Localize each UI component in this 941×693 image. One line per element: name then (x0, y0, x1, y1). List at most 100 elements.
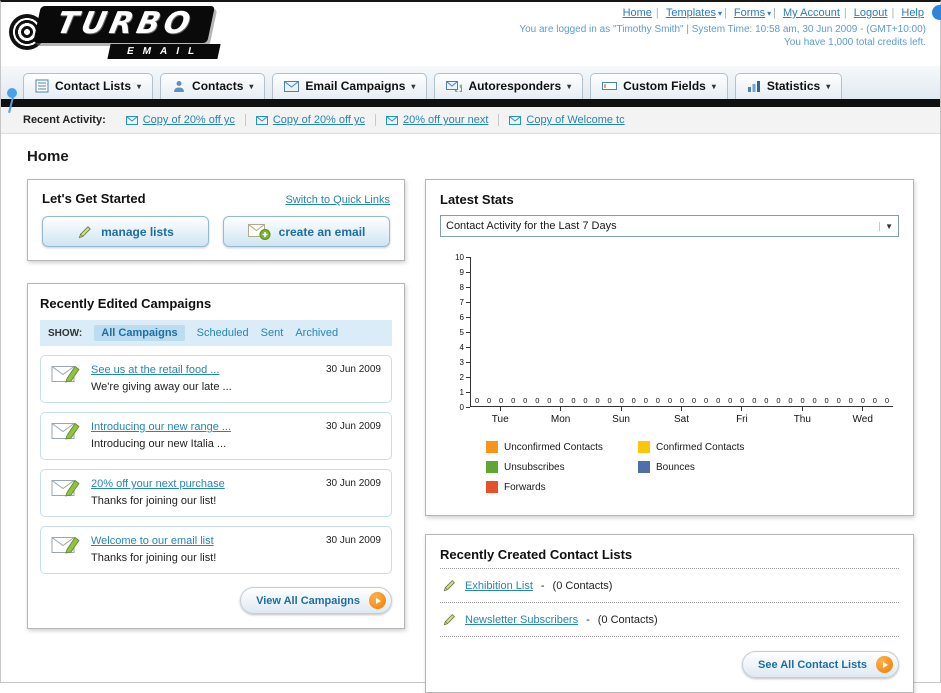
utility-nav: Home | Templates ▾ | Forms ▾ | My Account | Lo… (622, 7, 924, 19)
envelope-icon (509, 115, 522, 125)
campaign-row[interactable]: See us at the retail food ... We're givi… (40, 355, 392, 403)
tab-autoresponders[interactable]: Autoresponders ▾ (434, 73, 584, 99)
create-email-button[interactable]: create an email (223, 216, 390, 247)
filter-sent[interactable]: Sent (261, 327, 284, 339)
tab-email-campaigns[interactable]: Email Campaigns ▾ (272, 73, 428, 99)
logo-text-email: EMAIL (107, 44, 221, 59)
create-email-label: create an email (278, 224, 366, 239)
contact-list-icon (35, 79, 49, 93)
bar-value-label: 0 (776, 396, 781, 405)
recent-activity-link[interactable]: 20% off your next (403, 114, 488, 126)
campaign-title-link[interactable]: Introducing our new range ... (91, 419, 231, 436)
bar-value-label: 0 (691, 396, 697, 405)
bar-value-label: 0 (474, 396, 480, 405)
recent-activity-item[interactable]: Copy of 20% off yc (246, 114, 376, 126)
contact-activity-chart: 10 9 8 7 6 5 4 3 2 1 0 000000000000000000000000000… (440, 253, 899, 501)
campaign-title-link[interactable]: Welcome to our email list (91, 533, 216, 550)
stats-period-select[interactable]: Contact Activity for the Last 7 Days ▼ (440, 215, 899, 237)
nav-divider-bar (1, 99, 940, 107)
get-started-panel: Let's Get Started Switch to Quick Links … (27, 179, 405, 261)
x-axis-label: Tue (470, 407, 530, 425)
pencil-icon (442, 578, 457, 593)
contact-list-row[interactable]: Newsletter Subscribers - (0 Contacts) (440, 603, 899, 637)
campaign-subtitle: Thanks for joining our list! (91, 494, 217, 507)
legend-swatch (638, 441, 650, 453)
contact-list-link[interactable]: Exhibition List (465, 580, 533, 592)
view-all-campaigns-button[interactable]: View All Campaigns (240, 587, 392, 614)
bar-value-label: 0 (848, 396, 853, 405)
envelope-icon (125, 115, 138, 125)
recent-activity-link[interactable]: Copy of 20% off yc (273, 114, 365, 126)
chevron-down-icon: ▼ (879, 221, 893, 231)
nav-link-templates[interactable]: Templates (666, 7, 716, 19)
bar-value-label: 0 (812, 396, 817, 405)
tab-contacts[interactable]: Contacts ▾ (160, 73, 266, 99)
stats-period-value: Contact Activity for the Last 7 Days (446, 220, 617, 232)
filter-all-campaigns[interactable]: All Campaigns (94, 325, 185, 341)
x-axis-label: Thu (772, 407, 832, 425)
recent-activity-item[interactable]: Copy of 20% off yc (116, 114, 246, 126)
bar-value-label: 0 (788, 396, 793, 405)
nav-link-home[interactable]: Home (623, 7, 652, 19)
tab-label: Statistics (766, 79, 821, 93)
nav-link-forms[interactable]: Forms (734, 7, 765, 19)
contact-list-link[interactable]: Newsletter Subscribers (465, 614, 578, 626)
pencil-icon (442, 612, 457, 627)
contact-list-row[interactable]: Exhibition List - (0 Contacts) (440, 569, 899, 603)
filter-scheduled[interactable]: Scheduled (197, 327, 249, 339)
recent-activity-link[interactable]: Copy of Welcome tc (526, 114, 624, 126)
recent-activity-item[interactable]: Copy of Welcome tc (499, 114, 634, 126)
latest-stats-panel: Latest Stats Contact Activity for the La… (425, 179, 914, 516)
manage-lists-button[interactable]: manage lists (42, 216, 209, 247)
bar-value-label: 0 (679, 396, 685, 405)
campaign-row[interactable]: 20% off your next purchase Thanks for jo… (40, 469, 392, 517)
bar-value-label: 0 (511, 396, 516, 405)
bar-value-label: 0 (643, 396, 648, 405)
x-axis-label: Sun (591, 407, 651, 425)
autoresponder-icon (446, 80, 463, 92)
campaign-date: 30 Jun 2009 (325, 535, 381, 546)
legend-label: Unsubscribes (504, 461, 565, 473)
chart-bar-group: 00000 (712, 257, 772, 406)
campaign-title-link[interactable]: 20% off your next purchase (91, 476, 225, 493)
nav-link-logout[interactable]: Logout (854, 7, 888, 19)
campaign-title-link[interactable]: See us at the retail food ... (91, 362, 232, 379)
logo-text-turbo: TURBO (53, 6, 198, 41)
recent-activity-item[interactable]: 20% off your next (376, 114, 500, 126)
nav-link-my-account[interactable]: My Account (783, 7, 840, 19)
legend-item: Forwards (486, 481, 638, 493)
bar-value-label: 0 (619, 396, 624, 405)
switch-quick-links-link[interactable]: Switch to Quick Links (285, 194, 390, 206)
credits-info: You have 1,000 total credits left. (784, 37, 926, 48)
filter-archived[interactable]: Archived (295, 327, 338, 339)
x-axis-label: Wed (833, 407, 893, 425)
bar-value-label: 0 (547, 396, 552, 405)
chevron-down-icon: ▾ (567, 81, 572, 91)
contact-list-count: (0 Contacts) (552, 579, 613, 592)
chart-bar-group: 00000 (772, 257, 832, 406)
bar-value-label: 0 (486, 396, 492, 405)
envelope-pencil-icon (51, 362, 81, 385)
recent-activity-link[interactable]: Copy of 20% off yc (143, 114, 235, 126)
tab-statistics[interactable]: Statistics ▾ (734, 73, 843, 99)
bar-value-label: 0 (631, 396, 636, 405)
nav-link-help[interactable]: Help (901, 7, 924, 19)
legend-swatch (638, 461, 650, 473)
campaign-row[interactable]: Welcome to our email list Thanks for joi… (40, 526, 392, 574)
tab-custom-fields[interactable]: Custom Fields ▾ (590, 73, 728, 99)
contact-list-count: (0 Contacts) (597, 613, 658, 626)
tab-contact-lists[interactable]: Contact Lists ▾ (23, 73, 154, 99)
campaign-row[interactable]: Introducing our new range ... Introducin… (40, 412, 392, 460)
envelope-plus-icon (247, 223, 271, 240)
campaign-subtitle: Thanks for joining our list! (91, 551, 217, 564)
campaigns-title: Recently Edited Campaigns (40, 296, 212, 311)
recent-activity-bar: Recent Activity: Copy of 20% off yc Copy… (1, 107, 940, 134)
stats-title: Latest Stats (440, 192, 514, 207)
bar-value-label: 0 (752, 396, 757, 405)
campaign-subtitle: We're giving away our late ... (91, 380, 232, 393)
see-all-contact-lists-button[interactable]: See All Contact Lists (741, 651, 899, 678)
main-content: Home Let's Get Started Switch to Quick L… (1, 134, 940, 693)
chevron-down-icon: ▾ (767, 9, 772, 18)
campaign-list: See us at the retail food ... We're givi… (40, 355, 392, 574)
bar-value-label: 0 (583, 396, 588, 405)
